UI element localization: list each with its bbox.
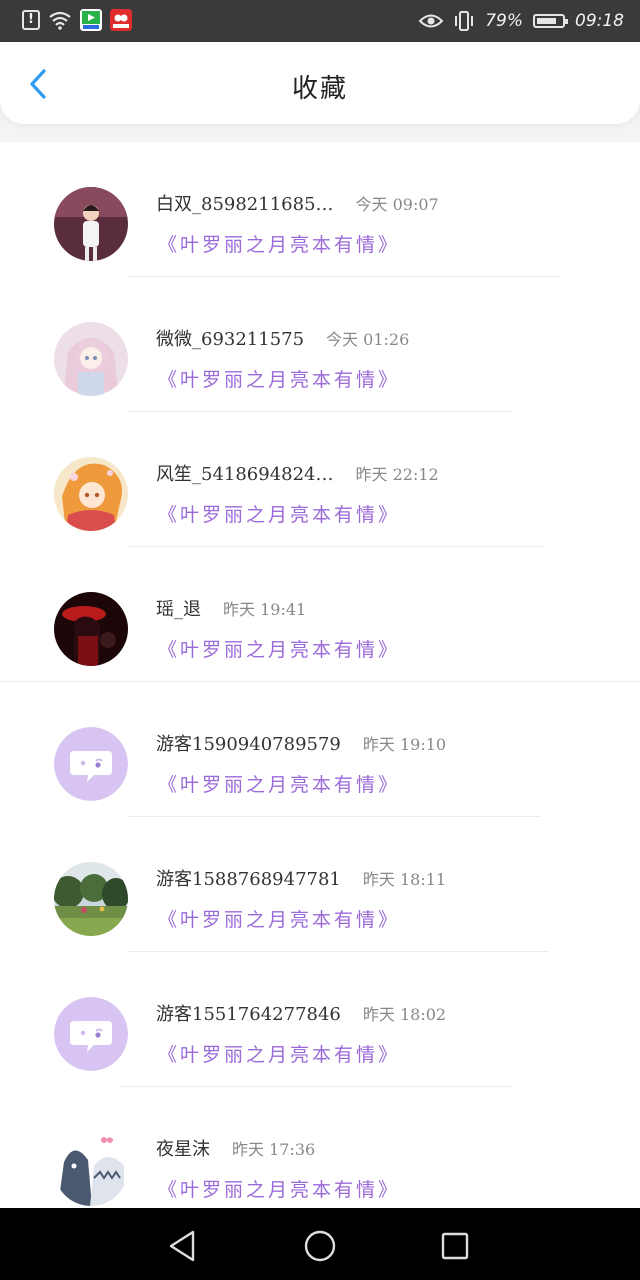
nav-home-button[interactable] bbox=[300, 1226, 340, 1266]
book-title-link[interactable]: 《叶罗丽之月亮本有情》 bbox=[158, 905, 400, 932]
user-name: 风笙_5418694824… bbox=[156, 464, 334, 485]
page-title: 收藏 bbox=[291, 74, 348, 104]
alert-notification-icon: ! bbox=[22, 10, 40, 30]
book-title-link[interactable]: 《叶罗丽之月亮本有情》 bbox=[158, 1175, 400, 1202]
timestamp: 昨天 22:12 bbox=[355, 465, 439, 484]
wifi-icon bbox=[49, 11, 71, 30]
favorite-row[interactable]: 游客1588768947781 昨天 18:11 《叶罗丽之月亮本有情》 bbox=[0, 817, 640, 952]
nav-back-button[interactable] bbox=[163, 1226, 203, 1266]
favorite-meta: 微微_693211575 今天 01:26 bbox=[156, 325, 409, 351]
vibrate-icon bbox=[455, 11, 474, 31]
favorite-row[interactable]: 夜星沫 昨天 17:36 《叶罗丽之月亮本有情》 bbox=[0, 1087, 640, 1208]
favorite-row[interactable]: 白双_8598211685… 今天 09:07 《叶罗丽之月亮本有情》 bbox=[0, 142, 640, 277]
nav-recents-button[interactable] bbox=[435, 1226, 475, 1266]
favorite-meta: 白双_8598211685… 今天 09:07 bbox=[156, 190, 439, 216]
book-title-link[interactable]: 《叶罗丽之月亮本有情》 bbox=[158, 770, 400, 797]
favorite-meta: 游客1590940789579 昨天 19:10 bbox=[156, 730, 446, 756]
user-name: 微微_693211575 bbox=[156, 329, 305, 350]
avatar[interactable] bbox=[54, 727, 128, 801]
avatar[interactable] bbox=[54, 592, 128, 666]
book-title-link[interactable]: 《叶罗丽之月亮本有情》 bbox=[158, 635, 400, 662]
favorite-row[interactable]: 游客1551764277846 昨天 18:02 《叶罗丽之月亮本有情》 bbox=[0, 952, 640, 1087]
eye-comfort-icon bbox=[419, 14, 444, 28]
user-name: 瑶_退 bbox=[156, 599, 201, 620]
timestamp: 昨天 18:02 bbox=[362, 1005, 447, 1024]
favorite-row[interactable]: 风笙_5418694824… 昨天 22:12 《叶罗丽之月亮本有情》 bbox=[0, 412, 640, 547]
timestamp: 昨天 19:41 bbox=[223, 600, 307, 619]
favorite-meta: 风笙_5418694824… 昨天 22:12 bbox=[156, 460, 439, 486]
avatar[interactable] bbox=[54, 997, 128, 1071]
top-app-bar: 收藏 bbox=[0, 42, 640, 124]
user-name: 夜星沫 bbox=[156, 1139, 210, 1160]
avatar[interactable] bbox=[54, 322, 128, 396]
triangle-back-icon bbox=[169, 1230, 195, 1262]
circle-home-icon bbox=[304, 1230, 336, 1262]
avatar[interactable] bbox=[54, 1132, 128, 1206]
favorite-meta: 夜星沫 昨天 17:36 bbox=[156, 1135, 315, 1161]
square-recents-icon bbox=[441, 1232, 469, 1260]
book-title-link[interactable]: 《叶罗丽之月亮本有情》 bbox=[158, 1040, 400, 1067]
user-name: 游客1590940789579 bbox=[156, 734, 341, 755]
timestamp: 今天 01:26 bbox=[326, 330, 410, 349]
timestamp: 昨天 17:36 bbox=[232, 1140, 316, 1159]
timestamp: 昨天 18:11 bbox=[362, 870, 447, 889]
favorites-list: 白双_8598211685… 今天 09:07 《叶罗丽之月亮本有情》 微微_6932… bbox=[0, 142, 640, 1208]
battery-icon bbox=[533, 14, 568, 28]
avatar[interactable] bbox=[54, 862, 128, 936]
favorite-meta: 游客1588768947781 昨天 18:11 bbox=[156, 865, 446, 891]
timestamp: 今天 09:07 bbox=[355, 195, 439, 214]
book-title-link[interactable]: 《叶罗丽之月亮本有情》 bbox=[158, 500, 400, 527]
shopping-app-icon bbox=[110, 9, 132, 31]
user-name: 白双_8598211685… bbox=[156, 194, 334, 215]
system-navigation-bar bbox=[0, 1208, 640, 1280]
favorite-meta: 游客1551764277846 昨天 18:02 bbox=[156, 1000, 446, 1026]
clock: 09:18 bbox=[575, 11, 624, 31]
favorite-row[interactable]: 微微_693211575 今天 01:26 《叶罗丽之月亮本有情》 bbox=[0, 277, 640, 412]
book-title-link[interactable]: 《叶罗丽之月亮本有情》 bbox=[158, 230, 400, 257]
favorite-meta: 瑶_退 昨天 19:41 bbox=[156, 595, 306, 621]
video-app-icon bbox=[80, 9, 102, 31]
favorite-row[interactable]: 瑶_退 昨天 19:41 《叶罗丽之月亮本有情》 bbox=[0, 547, 640, 682]
user-name: 游客1588768947781 bbox=[156, 869, 341, 890]
battery-percent: 79% bbox=[485, 11, 523, 31]
avatar[interactable] bbox=[54, 187, 128, 261]
status-bar: ! 79% 09:18 bbox=[0, 0, 640, 42]
avatar[interactable] bbox=[54, 457, 128, 531]
book-title-link[interactable]: 《叶罗丽之月亮本有情》 bbox=[158, 365, 400, 392]
user-name: 游客1551764277846 bbox=[156, 1004, 341, 1025]
favorite-row[interactable]: 游客1590940789579 昨天 19:10 《叶罗丽之月亮本有情》 bbox=[0, 682, 640, 817]
timestamp: 昨天 19:10 bbox=[362, 735, 447, 754]
